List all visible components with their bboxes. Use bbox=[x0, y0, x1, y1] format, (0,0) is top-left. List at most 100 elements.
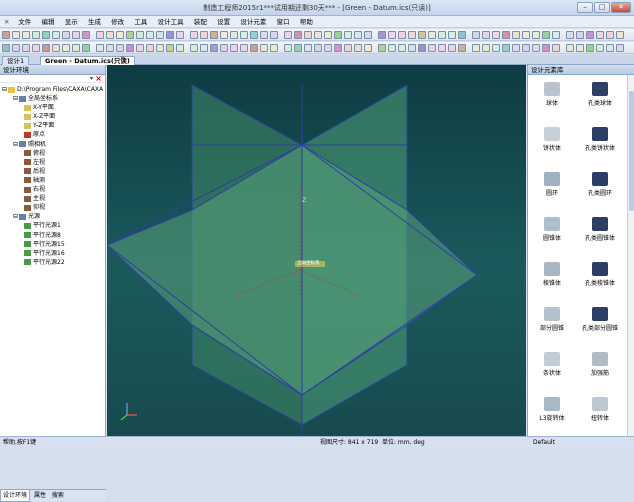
toolbar-tool-icon[interactable] bbox=[294, 44, 302, 52]
toolbar-tool-icon[interactable] bbox=[482, 31, 490, 39]
toolbar-tool-icon[interactable] bbox=[22, 44, 30, 52]
toolbar-tool-icon[interactable] bbox=[428, 44, 436, 52]
toolbar-tool-icon[interactable] bbox=[52, 44, 60, 52]
toolbar-tool-icon[interactable] bbox=[586, 31, 594, 39]
toolbar-tool-icon[interactable] bbox=[408, 44, 416, 52]
toolbar-tool-icon[interactable] bbox=[532, 31, 540, 39]
toolbar-tool-icon[interactable] bbox=[146, 44, 154, 52]
toolbar-tool-icon[interactable] bbox=[72, 31, 80, 39]
toolbar-tool-icon[interactable] bbox=[304, 31, 312, 39]
toolbar-tool-icon[interactable] bbox=[62, 44, 70, 52]
toolbar-tool-icon[interactable] bbox=[542, 44, 550, 52]
toolbar-tool-icon[interactable] bbox=[72, 44, 80, 52]
tree-item[interactable]: ⊟ 照相机 bbox=[0, 140, 105, 149]
toolbar-tool-icon[interactable] bbox=[220, 31, 228, 39]
toolbar-tool-icon[interactable] bbox=[334, 31, 342, 39]
toolbar-tool-icon[interactable] bbox=[190, 31, 198, 39]
toolbar-tool-icon[interactable] bbox=[96, 31, 104, 39]
tree-item[interactable]: 后视 bbox=[0, 167, 105, 176]
menu-help[interactable]: 帮助 bbox=[296, 16, 317, 28]
toolbar-tool-icon[interactable] bbox=[250, 44, 258, 52]
toolbar-tool-icon[interactable] bbox=[240, 31, 248, 39]
menu-edit[interactable]: 编辑 bbox=[37, 16, 58, 28]
toolbar-tool-icon[interactable] bbox=[364, 31, 372, 39]
toolbar-tool-icon[interactable] bbox=[566, 31, 574, 39]
expand-toggle-icon[interactable]: ⊟ bbox=[13, 141, 18, 148]
expand-toggle-icon[interactable]: ⊟ bbox=[13, 95, 18, 102]
toolbar-tool-icon[interactable] bbox=[284, 31, 292, 39]
library-item[interactable]: 孔类饼状体 bbox=[576, 122, 624, 162]
expand-toggle-icon[interactable]: ⊟ bbox=[13, 213, 18, 220]
library-item[interactable]: 加强筋 bbox=[576, 347, 624, 387]
toolbar-tool-icon[interactable] bbox=[42, 31, 50, 39]
toolbar-tool-icon[interactable] bbox=[596, 44, 604, 52]
toolbar-tool-icon[interactable] bbox=[270, 44, 278, 52]
library-item[interactable]: 棱锥体 bbox=[528, 257, 576, 297]
toolbar-tool-icon[interactable] bbox=[12, 44, 20, 52]
toolbar-tool-icon[interactable] bbox=[606, 31, 614, 39]
toolbar-tool-icon[interactable] bbox=[438, 44, 446, 52]
toolbar-tool-icon[interactable] bbox=[314, 31, 322, 39]
toolbar-tool-icon[interactable] bbox=[230, 31, 238, 39]
menu-window[interactable]: 窗口 bbox=[273, 16, 294, 28]
library-item[interactable]: 圆锥体 bbox=[528, 212, 576, 252]
toolbar-tool-icon[interactable] bbox=[304, 44, 312, 52]
library-scrollbar[interactable] bbox=[627, 75, 634, 436]
toolbar-tool-icon[interactable] bbox=[62, 31, 70, 39]
toolbar-tool-icon[interactable] bbox=[398, 44, 406, 52]
toolbar-tool-icon[interactable] bbox=[492, 31, 500, 39]
tree-item[interactable]: Y-Z平面 bbox=[0, 121, 105, 130]
toolbar-tool-icon[interactable] bbox=[294, 31, 302, 39]
toolbar-tool-icon[interactable] bbox=[552, 44, 560, 52]
tree-item[interactable]: 平行光源8 bbox=[0, 231, 105, 240]
toolbar-tool-icon[interactable] bbox=[408, 31, 416, 39]
tree-item[interactable]: 左视 bbox=[0, 158, 105, 167]
toolbar-tool-icon[interactable] bbox=[576, 44, 584, 52]
tab-search[interactable]: 搜索 bbox=[50, 490, 66, 501]
toolbar-tool-icon[interactable] bbox=[32, 44, 40, 52]
tree-item[interactable]: 仰视 bbox=[0, 203, 105, 212]
toolbar-tool-icon[interactable] bbox=[428, 31, 436, 39]
close-button[interactable]: ✕ bbox=[611, 2, 631, 13]
toolbar-tool-icon[interactable] bbox=[136, 31, 144, 39]
toolbar-tool-icon[interactable] bbox=[334, 44, 342, 52]
toolbar-tool-icon[interactable] bbox=[260, 31, 268, 39]
toolbar-tool-icon[interactable] bbox=[146, 31, 154, 39]
toolbar-tool-icon[interactable] bbox=[448, 31, 456, 39]
toolbar-tool-icon[interactable] bbox=[324, 31, 332, 39]
toolbar-tool-icon[interactable] bbox=[210, 44, 218, 52]
maximize-button[interactable]: □ bbox=[594, 2, 610, 13]
toolbar-tool-icon[interactable] bbox=[398, 31, 406, 39]
toolbar-tool-icon[interactable] bbox=[438, 31, 446, 39]
toolbar-tool-icon[interactable] bbox=[512, 44, 520, 52]
tree-item[interactable]: X-Z平面 bbox=[0, 112, 105, 121]
toolbar-tool-icon[interactable] bbox=[2, 44, 10, 52]
toolbar-tool-icon[interactable] bbox=[136, 44, 144, 52]
tree-item[interactable]: 平行光源22 bbox=[0, 258, 105, 267]
menu-tools[interactable]: 工具 bbox=[130, 16, 151, 28]
toolbar-tool-icon[interactable] bbox=[260, 44, 268, 52]
3d-viewport[interactable]: Z 全局坐标系 bbox=[107, 65, 526, 436]
toolbar-tool-icon[interactable] bbox=[166, 31, 174, 39]
toolbar-tool-icon[interactable] bbox=[418, 44, 426, 52]
menu-design-elements[interactable]: 设计元素 bbox=[236, 16, 270, 28]
menu-generate[interactable]: 生成 bbox=[84, 16, 105, 28]
library-item[interactable]: 圆环 bbox=[528, 167, 576, 207]
tree-item[interactable]: 原点 bbox=[0, 130, 105, 139]
tab-close-icon[interactable]: × bbox=[120, 55, 125, 62]
menu-display[interactable]: 显示 bbox=[61, 16, 82, 28]
toolbar-tool-icon[interactable] bbox=[220, 44, 228, 52]
toolbar-tool-icon[interactable] bbox=[552, 31, 560, 39]
tab-properties[interactable]: 属性 bbox=[32, 490, 48, 501]
toolbar-tool-icon[interactable] bbox=[126, 44, 134, 52]
toolbar-tool-icon[interactable] bbox=[52, 31, 60, 39]
tree-item[interactable]: ⊟ 全局坐标系 bbox=[0, 94, 105, 103]
tab-design1[interactable]: 设计1 bbox=[2, 56, 30, 65]
toolbar-tool-icon[interactable] bbox=[388, 31, 396, 39]
tree-item[interactable]: 右视 bbox=[0, 185, 105, 194]
toolbar-tool-icon[interactable] bbox=[458, 31, 466, 39]
tab-design-environment[interactable]: 设计环境 bbox=[0, 490, 31, 502]
toolbar-tool-icon[interactable] bbox=[418, 31, 426, 39]
library-item[interactable]: 孔类棱锥体 bbox=[576, 257, 624, 297]
toolbar-tool-icon[interactable] bbox=[354, 31, 362, 39]
